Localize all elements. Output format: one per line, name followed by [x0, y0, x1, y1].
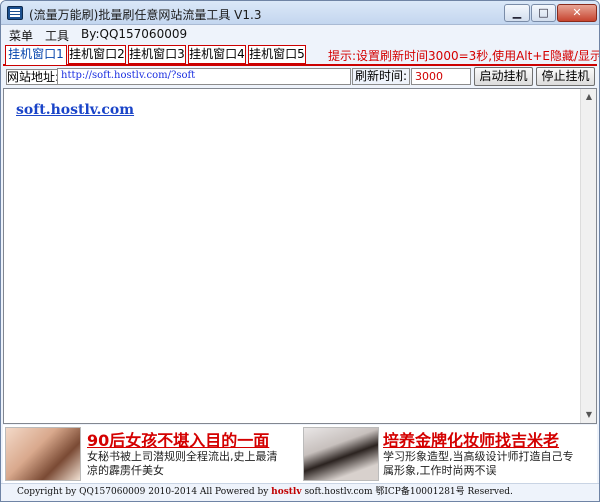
ad-image[interactable]: [303, 427, 379, 481]
status-highlight[interactable]: hostlv: [271, 487, 301, 497]
menu-item-menu[interactable]: 菜单: [9, 27, 33, 44]
address-input[interactable]: http://soft.hostlv.com/?soft: [57, 68, 351, 85]
status-suffix: soft.hostlv.com 鄂ICP备10001281号 Reserved.: [301, 487, 513, 497]
tab-window-5[interactable]: 挂机窗口5: [248, 45, 306, 64]
ad-image[interactable]: [5, 427, 81, 481]
stop-button[interactable]: 停止挂机: [536, 67, 595, 86]
close-button[interactable]: ✕: [557, 4, 597, 22]
ad-title[interactable]: 90后女孩不堪入目的一面: [87, 427, 269, 451]
tab-window-4[interactable]: 挂机窗口4: [188, 45, 246, 64]
status-prefix: Copyright by QQ157060009 2010-2014 All P…: [17, 487, 272, 497]
ad-title[interactable]: 培养金牌化妆师找吉米老: [383, 427, 559, 451]
ad-description: 学习形象造型,当高级设计师打造自己专属形象,工作时尚两不误: [383, 450, 574, 477]
start-button[interactable]: 启动挂机: [474, 67, 533, 86]
scroll-up-icon[interactable]: ▲: [584, 91, 594, 103]
vertical-scrollbar[interactable]: ▲ ▼: [580, 89, 596, 423]
app-icon: [7, 6, 23, 20]
ad-item[interactable]: 培养金牌化妆师找吉米老 学习形象造型,当高级设计师打造自己专属形象,工作时尚两不…: [301, 425, 597, 483]
ad-banner: 90后女孩不堪入目的一面 女秘书被上司潜规则全程流出,史上最清凉的霹雳仟美女 培…: [3, 425, 597, 483]
tab-divider: [3, 64, 597, 66]
title-bar[interactable]: (流量万能刷)批量刷任意网站流量工具 V1.3 ▁ □ ✕: [1, 1, 599, 25]
tab-window-3[interactable]: 挂机窗口3: [128, 45, 186, 64]
tab-window-1[interactable]: 挂机窗口1: [5, 45, 67, 65]
app-window: (流量万能刷)批量刷任意网站流量工具 V1.3 ▁ □ ✕ 菜单 工具 By:Q…: [0, 0, 600, 502]
menu-item-tools[interactable]: 工具: [45, 27, 69, 44]
tab-window-2[interactable]: 挂机窗口2: [68, 45, 126, 64]
browser-view[interactable]: soft.hostlv.com ▲ ▼: [3, 88, 597, 424]
address-label: 网站地址:: [6, 69, 60, 85]
refresh-input[interactable]: 3000: [411, 68, 471, 85]
hint-text: 提示:设置刷新时间3000=3秒,使用Alt+E隐藏/显示界面: [328, 49, 600, 63]
menu-item-author: By:QQ157060009: [81, 27, 188, 41]
scroll-down-icon[interactable]: ▼: [584, 409, 594, 421]
ad-description: 女秘书被上司潜规则全程流出,史上最清凉的霹雳仟美女: [87, 450, 278, 477]
page-link[interactable]: soft.hostlv.com: [16, 102, 134, 118]
status-bar: Copyright by QQ157060009 2010-2014 All P…: [1, 483, 599, 501]
refresh-label: 刷新时间:: [352, 68, 410, 85]
window-title: (流量万能刷)批量刷任意网站流量工具 V1.3: [29, 8, 262, 22]
minimize-button[interactable]: ▁: [504, 4, 530, 22]
maximize-button[interactable]: □: [531, 4, 556, 22]
menu-bar: 菜单 工具 By:QQ157060009: [1, 25, 599, 43]
ad-item[interactable]: 90后女孩不堪入目的一面 女秘书被上司潜规则全程流出,史上最清凉的霹雳仟美女: [3, 425, 300, 483]
